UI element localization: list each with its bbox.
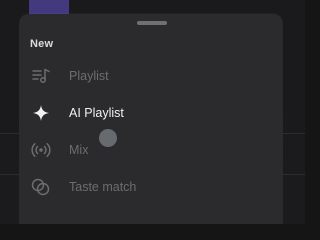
broadcast-icon xyxy=(31,140,51,160)
menu-item-playlist[interactable]: Playlist xyxy=(19,58,283,94)
sparkle-icon xyxy=(31,103,51,123)
menu-item-label: AI Playlist xyxy=(69,106,124,120)
playlist-add-icon xyxy=(31,66,51,86)
create-bottom-sheet: New Playlist AI Playlist Mix Taste match xyxy=(19,14,283,224)
menu-item-mix[interactable]: Mix xyxy=(19,132,283,168)
touch-indicator xyxy=(99,129,117,147)
menu-item-label: Mix xyxy=(69,143,89,157)
menu-item-label: Taste match xyxy=(69,180,137,194)
menu-item-taste-match[interactable]: Taste match xyxy=(19,169,283,205)
drag-handle[interactable] xyxy=(137,21,167,25)
menu-item-label: Playlist xyxy=(69,69,109,83)
taste-match-icon xyxy=(31,177,51,197)
menu-item-ai-playlist[interactable]: AI Playlist xyxy=(19,95,283,131)
section-title: New xyxy=(30,38,54,50)
